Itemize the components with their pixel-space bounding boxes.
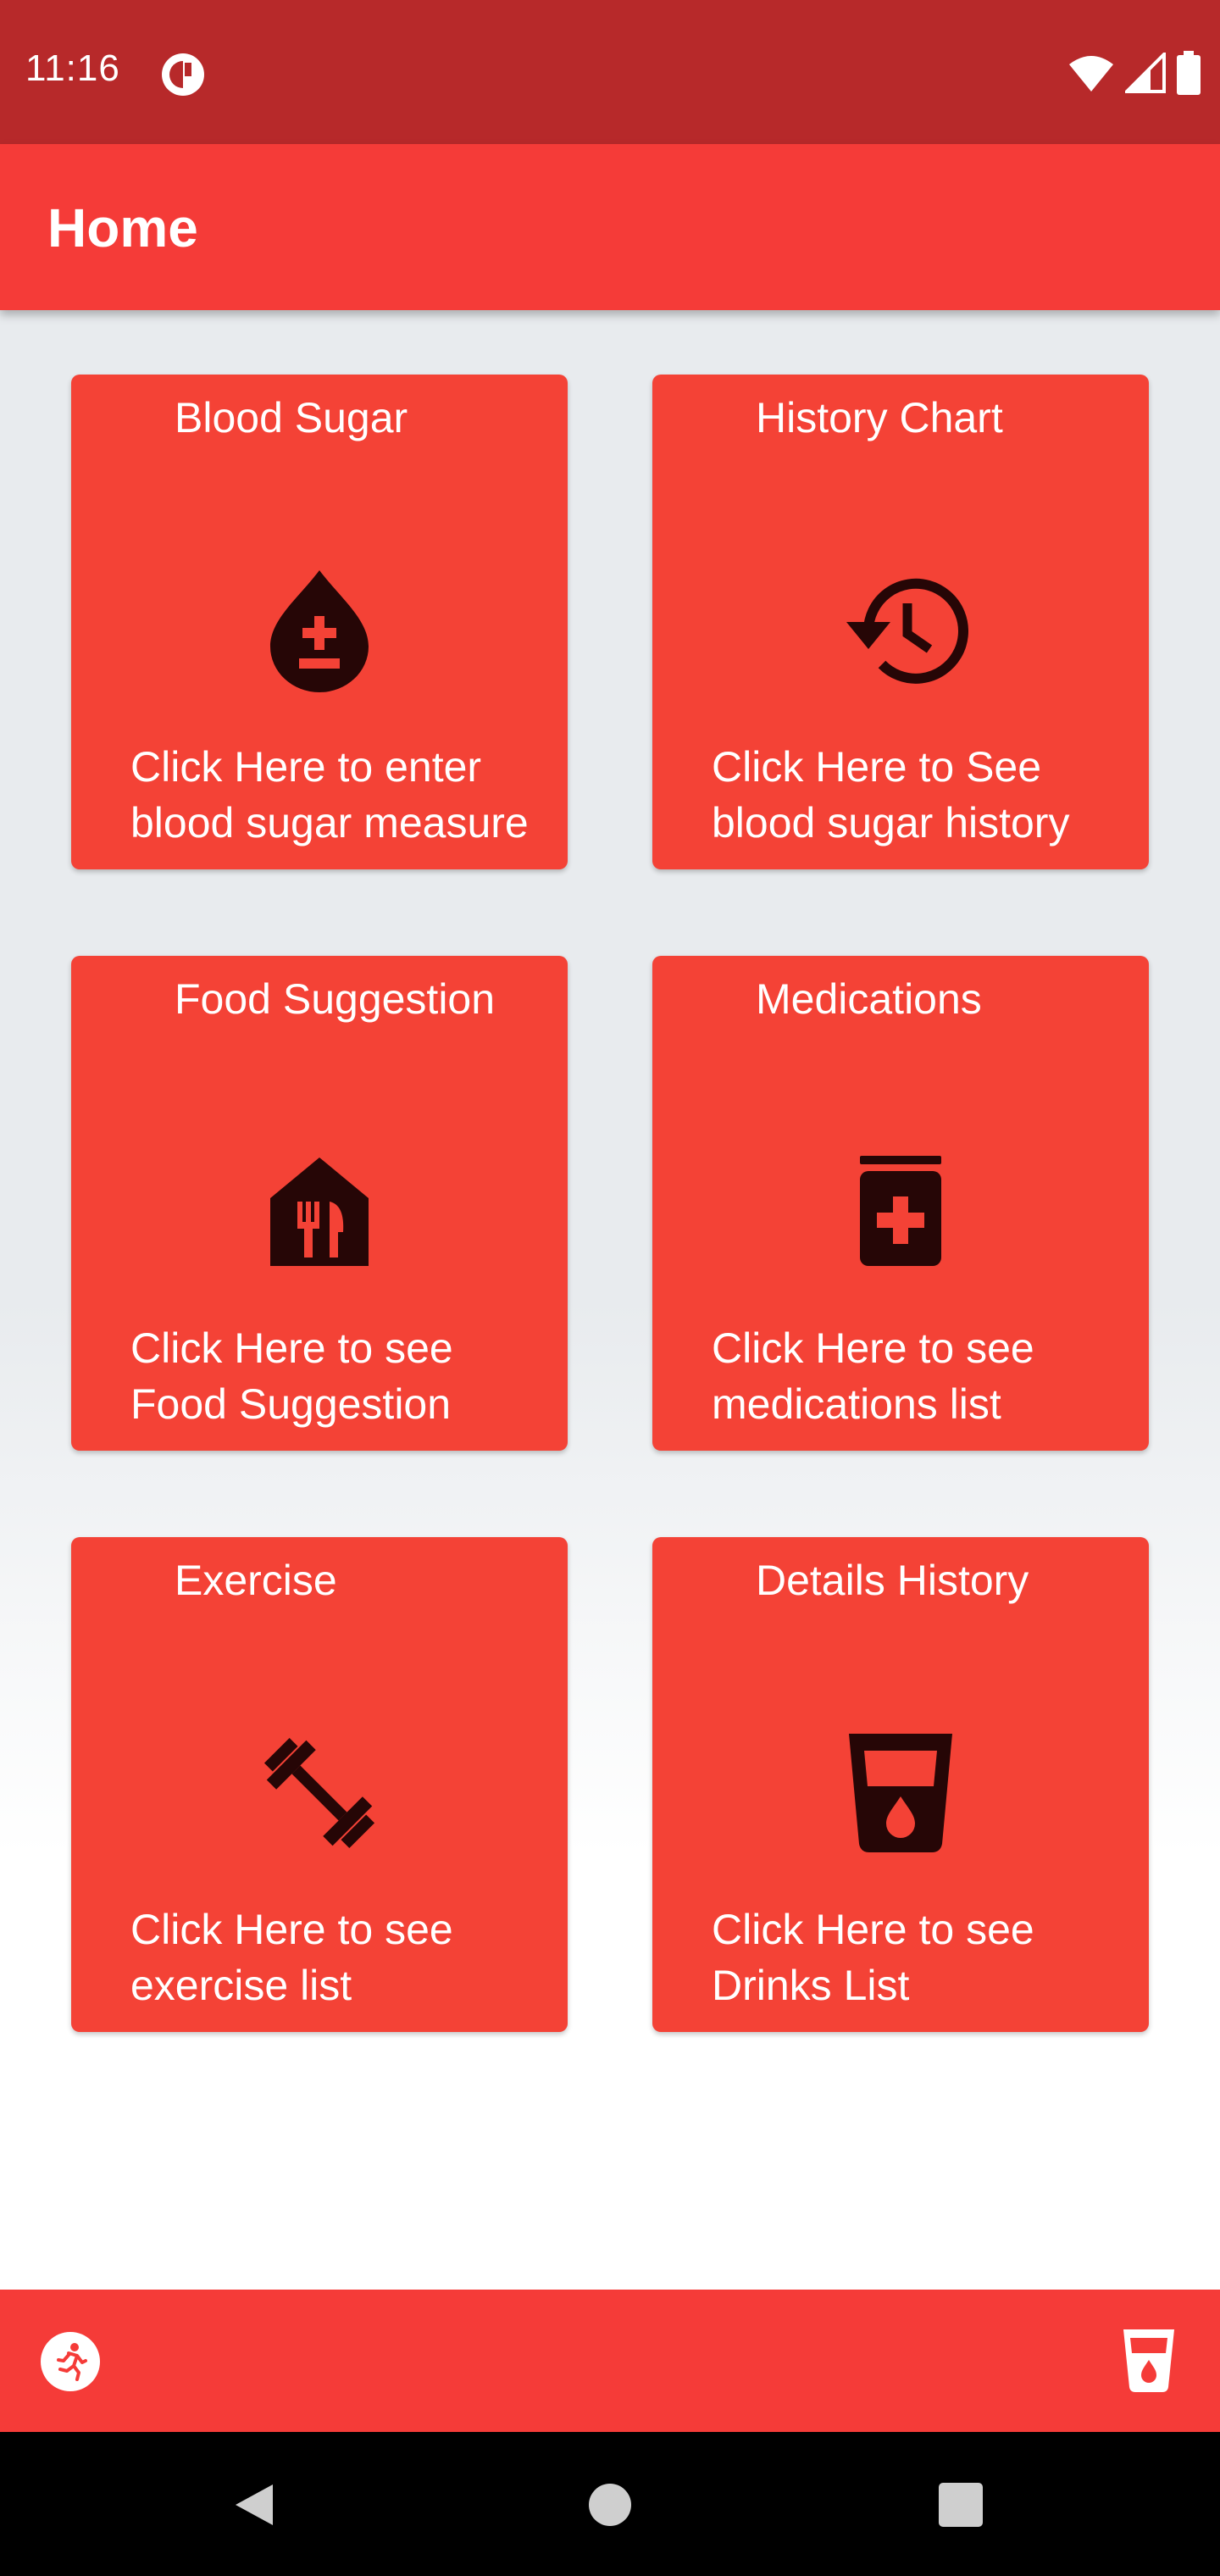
- details-history-card[interactable]: Details History Click Here to see Drinks…: [652, 1537, 1149, 2032]
- drink-cup-icon: [1123, 2329, 1174, 2392]
- running-person-button[interactable]: [41, 2332, 100, 2391]
- blood-drop-plus-minus-icon: [252, 563, 387, 698]
- card-title: Food Suggestion: [175, 975, 496, 1023]
- card-description-line: Click Here to see: [130, 1906, 453, 1953]
- status-time: 11:16: [25, 47, 120, 89]
- history-clock-icon: [833, 563, 968, 698]
- card-description: Click Here to see Drinks List: [712, 1901, 1135, 2013]
- system-navigation-bar: [0, 2432, 1220, 2576]
- dumbbell-icon: [252, 1725, 387, 1861]
- wifi-icon: [1069, 56, 1113, 92]
- card-description-line: Food Suggestion: [130, 1380, 452, 1428]
- card-description-line: Click Here to see: [712, 1324, 1034, 1372]
- app-bar: Home: [0, 144, 1220, 310]
- signal-icon: [1125, 53, 1166, 93]
- running-person-icon: [57, 2343, 87, 2381]
- card-description-line: medications list: [712, 1380, 1001, 1428]
- card-description-line: Click Here to enter: [130, 743, 482, 791]
- card-description: Click Here to see exercise list: [130, 1901, 554, 2013]
- card-description: Click Here to See blood sugar history: [712, 739, 1135, 851]
- medication-jar-icon: [833, 1144, 968, 1280]
- home-icon[interactable]: [585, 2479, 635, 2530]
- bottom-bar: [0, 2290, 1220, 2432]
- blood-sugar-card[interactable]: Blood Sugar Click Here to enter blood su…: [71, 375, 568, 869]
- recents-icon[interactable]: [935, 2479, 986, 2530]
- exercise-card[interactable]: Exercise Click Here to see exercise list: [71, 1537, 568, 2032]
- card-title: Exercise: [175, 1557, 337, 1604]
- card-description-line: Click Here to See: [712, 743, 1042, 791]
- history-chart-card[interactable]: History Chart Click Here to See blood su…: [652, 375, 1149, 869]
- medications-card[interactable]: Medications Click Here to see medication…: [652, 956, 1149, 1451]
- card-title: History Chart: [756, 394, 1003, 441]
- home-grid: Blood Sugar Click Here to enter blood su…: [0, 310, 1220, 2290]
- card-description-line: exercise list: [130, 1962, 352, 2009]
- status-bar: 11:16: [0, 0, 1220, 144]
- card-description-line: blood sugar history: [712, 799, 1070, 847]
- restaurant-house-icon: [252, 1144, 387, 1280]
- card-description-line: blood sugar measure: [130, 799, 529, 847]
- back-icon[interactable]: [229, 2479, 280, 2530]
- card-description: Click Here to enter blood sugar measure: [130, 739, 554, 851]
- drinks-button[interactable]: [1118, 2325, 1179, 2396]
- battery-icon: [1177, 51, 1201, 95]
- card-description-line: Click Here to see: [130, 1324, 453, 1372]
- card-description: Click Here to see Food Suggestion: [130, 1320, 554, 1432]
- card-description-line: Drinks List: [712, 1962, 910, 2009]
- card-description: Click Here to see medications list: [712, 1320, 1135, 1432]
- page-title: Home: [47, 197, 198, 258]
- card-description-line: Click Here to see: [712, 1906, 1034, 1953]
- card-title: Blood Sugar: [175, 394, 408, 441]
- app-notification-icon: [162, 53, 204, 96]
- card-title: Medications: [756, 975, 982, 1023]
- drink-cup-icon: [833, 1725, 968, 1861]
- card-title: Details History: [756, 1557, 1029, 1604]
- food-suggestion-card[interactable]: Food Suggestion Click Here to see Food S…: [71, 956, 568, 1451]
